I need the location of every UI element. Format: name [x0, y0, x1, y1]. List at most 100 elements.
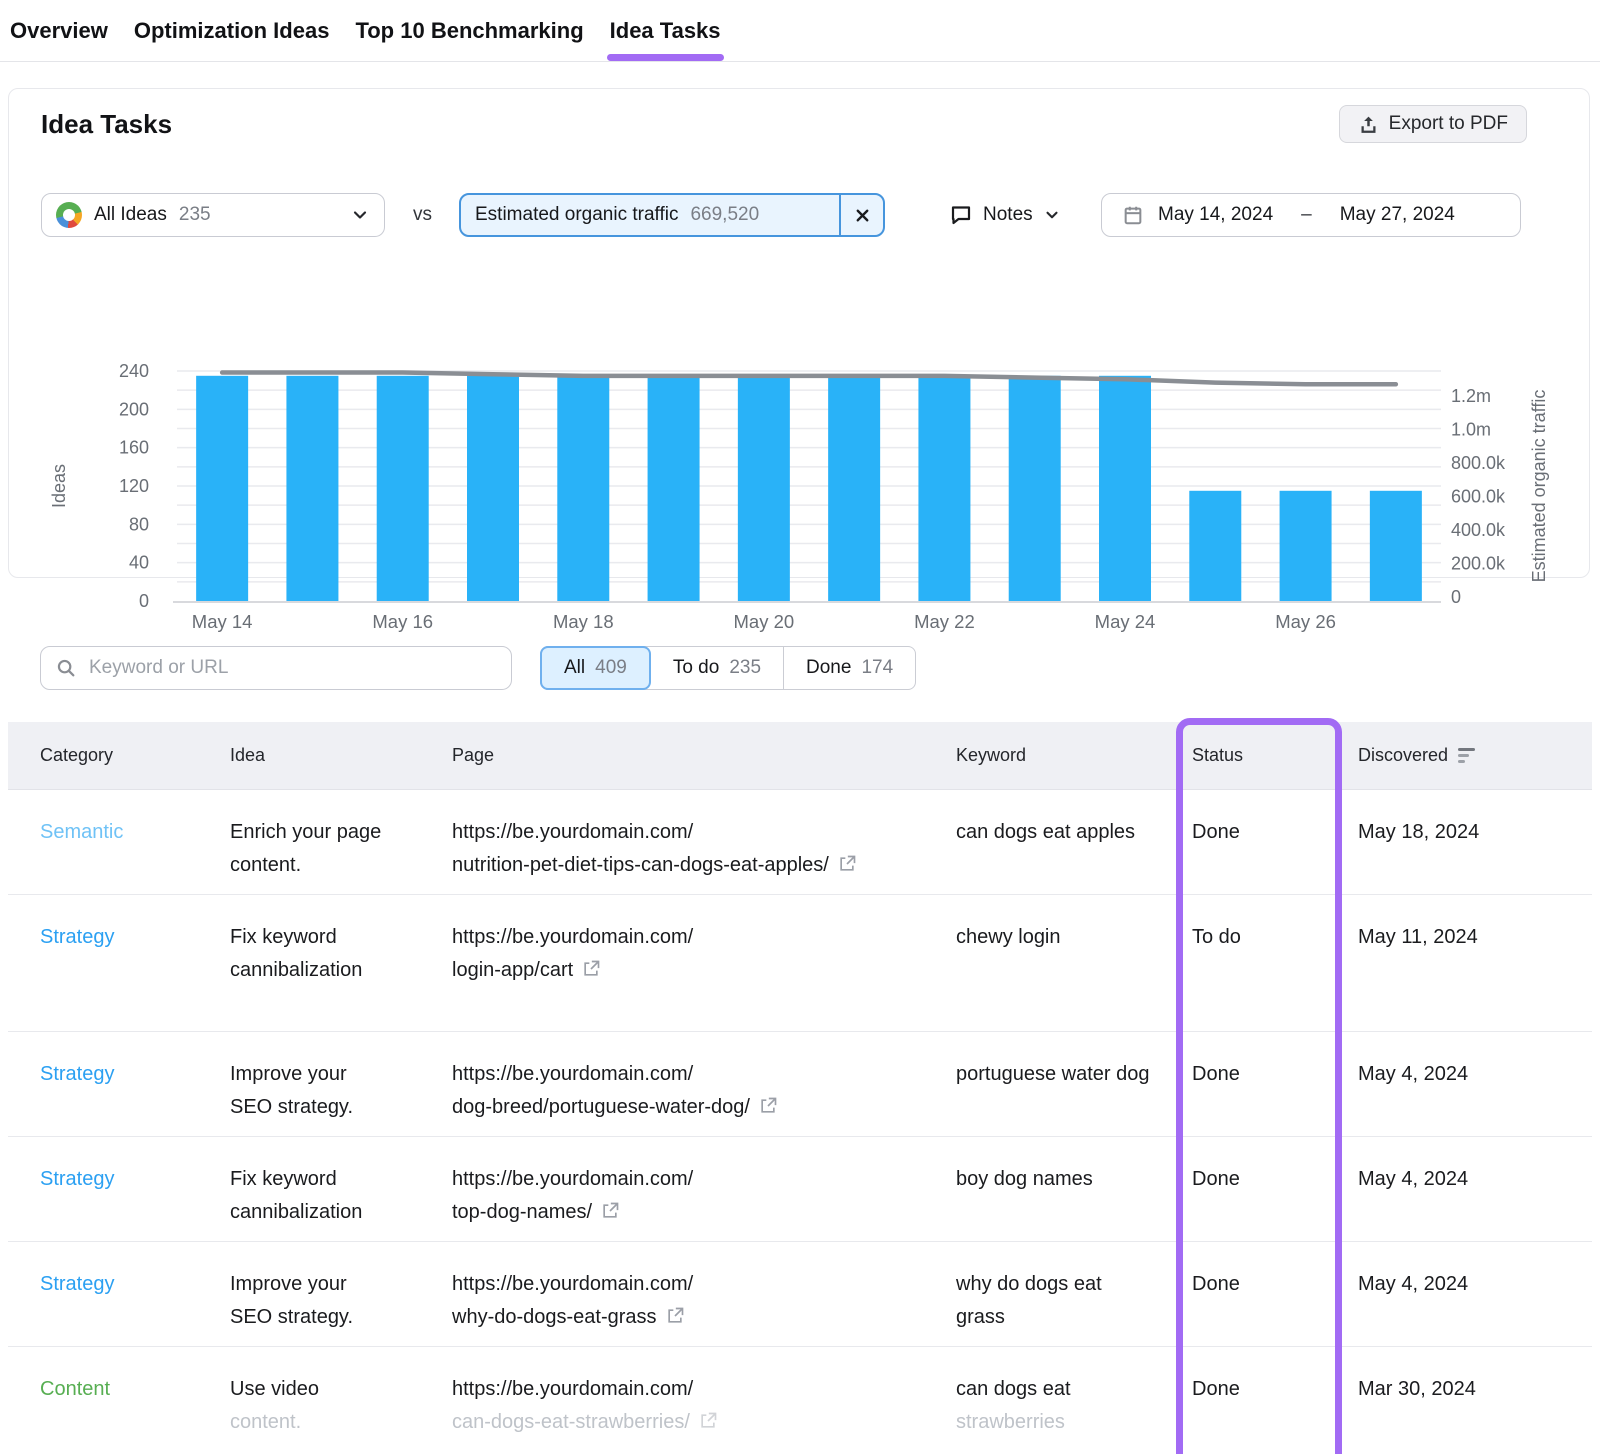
svg-text:80: 80: [129, 514, 149, 534]
ideas-bar: [1370, 491, 1422, 601]
external-link-icon[interactable]: [600, 1201, 620, 1221]
keyword-cell: boy dog names: [956, 1163, 1192, 1241]
notes-dropdown[interactable]: Notes: [949, 193, 1061, 237]
external-link-icon[interactable]: [665, 1306, 685, 1326]
tab-overview[interactable]: Overview: [10, 0, 108, 61]
discovered-cell: May 4, 2024: [1358, 1163, 1592, 1241]
ideas-bar: [286, 376, 338, 601]
svg-text:120: 120: [119, 476, 149, 496]
svg-text:Ideas: Ideas: [49, 464, 69, 508]
cell-text-line: https://be.yourdomain.com/: [452, 1163, 956, 1196]
external-link-icon[interactable]: [837, 854, 857, 874]
segment-all-label: All: [564, 657, 585, 679]
segment-done[interactable]: Done 174: [783, 647, 915, 689]
status-cell[interactable]: Done: [1192, 1058, 1358, 1136]
category-link[interactable]: Strategy: [40, 1273, 114, 1295]
date-range-end: May 27, 2024: [1340, 204, 1455, 226]
metric-chip-label: Estimated organic traffic: [475, 204, 678, 226]
cell-text-line: SEO strategy.: [230, 1091, 452, 1124]
cell-text-line: why-do-dogs-eat-grass: [452, 1301, 956, 1334]
table-row: Strategy Fix keywordcannibalizationhttps:…: [8, 1137, 1592, 1242]
ideas-bar: [738, 376, 790, 601]
discovered-cell: May 4, 2024: [1358, 1058, 1592, 1136]
cell-text-line: login-app/cart: [452, 954, 956, 987]
ideas-bar: [1280, 491, 1332, 601]
status-cell[interactable]: Done: [1192, 1373, 1358, 1454]
tab-top-10-benchmarking[interactable]: Top 10 Benchmarking: [355, 0, 583, 61]
segment-todo-label: To do: [673, 657, 719, 679]
cell-text-line: why do dogs eat: [956, 1268, 1192, 1301]
cell-text-line: Use video: [230, 1373, 452, 1406]
page-url-cell: https://be.yourdomain.com/why-do-dogs-ea…: [452, 1268, 956, 1346]
close-icon: [853, 206, 872, 225]
metric-chip-estimated-organic-traffic[interactable]: Estimated organic traffic 669,520: [459, 193, 885, 237]
cell-text-line: grass: [956, 1301, 1192, 1334]
discovered-cell: May 4, 2024: [1358, 1268, 1592, 1346]
date-range-start: May 14, 2024: [1158, 204, 1273, 226]
column-header-idea: Idea: [230, 745, 452, 766]
export-to-pdf-button[interactable]: Export to PDF: [1339, 105, 1527, 143]
column-header-discovered-label: Discovered: [1358, 745, 1448, 766]
idea-cell: Fix keywordcannibalization: [230, 921, 452, 1031]
svg-text:240: 240: [119, 361, 149, 381]
table-row: StrategyImprove yourSEO strategy.https:/…: [8, 1242, 1592, 1347]
column-header-discovered[interactable]: Discovered: [1358, 745, 1592, 766]
keyword-cell: can dogs eatstrawberries: [956, 1373, 1192, 1454]
category-link[interactable]: Strategy: [40, 926, 114, 948]
status-cell[interactable]: To do: [1192, 921, 1358, 1031]
metric-chip-close-button[interactable]: [841, 195, 883, 235]
all-ideas-dropdown[interactable]: All Ideas 235: [41, 193, 385, 237]
segment-done-count: 174: [861, 657, 893, 679]
keyword-cell: portuguese water dog: [956, 1058, 1192, 1136]
discovered-cell: May 11, 2024: [1358, 921, 1592, 1031]
ideas-bar: [196, 376, 248, 601]
keyword-cell: can dogs eat apples: [956, 816, 1192, 894]
search-input[interactable]: [40, 646, 512, 690]
status-cell[interactable]: Done: [1192, 1268, 1358, 1346]
cell-text-line: Enrich your page: [230, 816, 452, 849]
category-link[interactable]: Content: [40, 1378, 110, 1400]
ideas-bar: [377, 376, 429, 601]
segment-done-label: Done: [806, 657, 851, 679]
category-link[interactable]: Strategy: [40, 1063, 114, 1085]
segment-todo[interactable]: To do 235: [651, 647, 783, 689]
tab-optimization-ideas[interactable]: Optimization Ideas: [134, 0, 330, 61]
category-cell: Strategy: [40, 921, 230, 1031]
notes-label: Notes: [983, 204, 1033, 226]
svg-text:May 24: May 24: [1095, 611, 1156, 632]
external-link-icon[interactable]: [581, 959, 601, 979]
status-filter-segmented: All 409 To do 235 Done 174: [540, 646, 916, 690]
idea-cell: Fix keywordcannibalization: [230, 1163, 452, 1241]
keyword-search: [40, 646, 512, 690]
cell-text-line: Improve your: [230, 1268, 452, 1301]
external-link-icon[interactable]: [698, 1411, 718, 1431]
svg-text:May 20: May 20: [734, 611, 795, 632]
discovered-cell: May 18, 2024: [1358, 816, 1592, 894]
table-row: StrategyFix keywordcannibalizationhttps:…: [8, 895, 1592, 1032]
idea-tasks-card: Idea Tasks Export to PDF All Ideas 235 v…: [8, 88, 1590, 578]
svg-text:1.2m: 1.2m: [1451, 386, 1491, 406]
search-icon: [55, 657, 77, 679]
category-link[interactable]: Strategy: [40, 1168, 114, 1190]
ideas-vs-traffic-chart: 040801201602002400200.0k400.0k600.0k800.…: [39, 351, 1579, 643]
cell-text-line: Improve your: [230, 1058, 452, 1091]
cell-text-line: can dogs eat: [956, 1373, 1192, 1406]
category-link[interactable]: Semantic: [40, 821, 123, 843]
cell-text-line: chewy login: [956, 921, 1192, 954]
tab-idea-tasks[interactable]: Idea Tasks: [610, 0, 721, 61]
status-cell[interactable]: Done: [1192, 1163, 1358, 1241]
cell-text-line: Fix keyword: [230, 921, 452, 954]
status-cell[interactable]: Done: [1192, 816, 1358, 894]
ideas-bar: [828, 376, 880, 601]
upload-icon: [1358, 114, 1379, 135]
column-header-keyword: Keyword: [956, 745, 1192, 766]
external-link-icon[interactable]: [758, 1096, 778, 1116]
all-ideas-label: All Ideas: [94, 204, 167, 226]
ideas-bar: [1009, 376, 1061, 601]
top-nav: Overview Optimization Ideas Top 10 Bench…: [0, 0, 1600, 62]
cell-text-line: nutrition-pet-diet-tips-can-dogs-eat-app…: [452, 849, 956, 882]
date-range-picker[interactable]: May 14, 2024 – May 27, 2024: [1101, 193, 1521, 237]
segment-all[interactable]: All 409: [540, 646, 651, 690]
chart-canvas: 040801201602002400200.0k400.0k600.0k800.…: [39, 351, 1579, 643]
metric-chip-value: 669,520: [690, 204, 759, 226]
